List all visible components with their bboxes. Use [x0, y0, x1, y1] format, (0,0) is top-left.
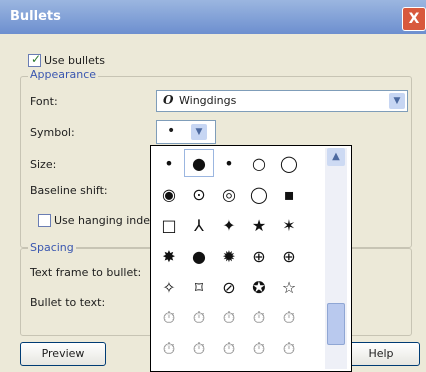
symbol-cell[interactable]: ★: [245, 212, 273, 238]
symbol-cell[interactable]: ◯: [275, 150, 303, 176]
symbol-cell[interactable]: •: [215, 150, 243, 176]
symbol-cell[interactable]: ⏱: [275, 336, 303, 362]
use-bullets-label: Use bullets: [44, 54, 105, 67]
bullet-to-text-label: Bullet to text:: [30, 296, 106, 309]
symbol-popup[interactable]: • ● • ○ ◯ ◉ ⊙ ◎ ◯ ▪ □ ⅄ ✦ ★ ✶ ✸ ● ✹ ⊕ ⊕ ✧ ⌑ ⊘ ✪ ☆ ⏱ ⏱ ⏱ ⏱ ⏱ ⏱ ⏱ ⏱ ⏱ ⏱ ▲: [150, 145, 352, 372]
font-value: Wingdings: [179, 94, 237, 107]
symbol-label: Symbol:: [30, 126, 75, 139]
symbol-cell[interactable]: ⏱: [185, 336, 213, 362]
symbol-cell[interactable]: ●: [185, 243, 213, 269]
size-label: Size:: [30, 158, 57, 171]
symbol-cell[interactable]: ✸: [155, 243, 183, 269]
use-bullets-checkbox[interactable]: ✓: [28, 52, 42, 67]
symbol-cell[interactable]: ◎: [215, 181, 243, 207]
symbol-cell[interactable]: ☆: [275, 274, 303, 300]
symbol-cell[interactable]: ✹: [215, 243, 243, 269]
symbol-cell[interactable]: ▪: [275, 181, 303, 207]
symbol-cell[interactable]: □: [155, 212, 183, 238]
symbol-cell[interactable]: ⏱: [155, 305, 183, 331]
help-button[interactable]: Help: [342, 342, 420, 366]
symbol-cell[interactable]: ⏱: [275, 305, 303, 331]
symbol-scrollbar[interactable]: ▲: [325, 148, 347, 369]
symbol-cell[interactable]: ⏱: [215, 305, 243, 331]
symbol-cell[interactable]: ●: [184, 149, 214, 177]
symbol-picker[interactable]: • ▼: [156, 120, 216, 144]
symbol-cell[interactable]: ⏱: [155, 336, 183, 362]
check-icon: ✓: [31, 52, 42, 66]
symbol-cell[interactable]: ⌑: [185, 274, 213, 300]
chevron-down-icon[interactable]: ▼: [191, 124, 207, 140]
preview-button[interactable]: Preview: [20, 342, 106, 366]
symbol-cell[interactable]: •: [155, 150, 183, 176]
baseline-shift-label: Baseline shift:: [30, 184, 108, 197]
close-button[interactable]: X: [402, 7, 426, 31]
symbol-cell[interactable]: ⊕: [275, 243, 303, 269]
spacing-legend: Spacing: [28, 241, 76, 254]
symbol-cell[interactable]: ⏱: [185, 305, 213, 331]
symbol-cell[interactable]: ◉: [155, 181, 183, 207]
symbol-cell[interactable]: ✦: [215, 212, 243, 238]
symbol-cell[interactable]: ⏱: [215, 336, 243, 362]
text-frame-to-bullet-label: Text frame to bullet:: [30, 266, 142, 279]
symbol-cell[interactable]: ⊕: [245, 243, 273, 269]
window-title: Bullets: [10, 9, 61, 24]
symbol-cell[interactable]: ◯: [245, 181, 273, 207]
font-combobox[interactable]: O Wingdings ▼: [156, 90, 408, 112]
chevron-down-icon[interactable]: ▼: [389, 93, 405, 109]
symbol-value: •: [167, 123, 176, 139]
hanging-indent-label: Use hanging indent: [54, 214, 150, 227]
title-bar: Bullets X: [0, 0, 426, 34]
font-label: Font:: [30, 95, 58, 108]
hanging-indent-checkbox[interactable]: [38, 214, 51, 227]
symbol-cell[interactable]: ✶: [275, 212, 303, 238]
symbol-cell[interactable]: ⊙: [185, 181, 213, 207]
symbol-cell[interactable]: ✪: [245, 274, 273, 300]
symbol-cell[interactable]: ○: [245, 150, 273, 176]
chevron-up-icon[interactable]: ▲: [327, 148, 345, 166]
symbol-cell[interactable]: ⏱: [245, 336, 273, 362]
symbol-cell[interactable]: ⊘: [215, 274, 243, 300]
symbol-cell[interactable]: ✧: [155, 274, 183, 300]
appearance-legend: Appearance: [28, 68, 99, 81]
font-icon: O: [163, 93, 174, 107]
scroll-thumb[interactable]: [327, 303, 345, 345]
symbol-cell[interactable]: ⅄: [185, 212, 213, 238]
symbol-cell[interactable]: ⏱: [245, 305, 273, 331]
